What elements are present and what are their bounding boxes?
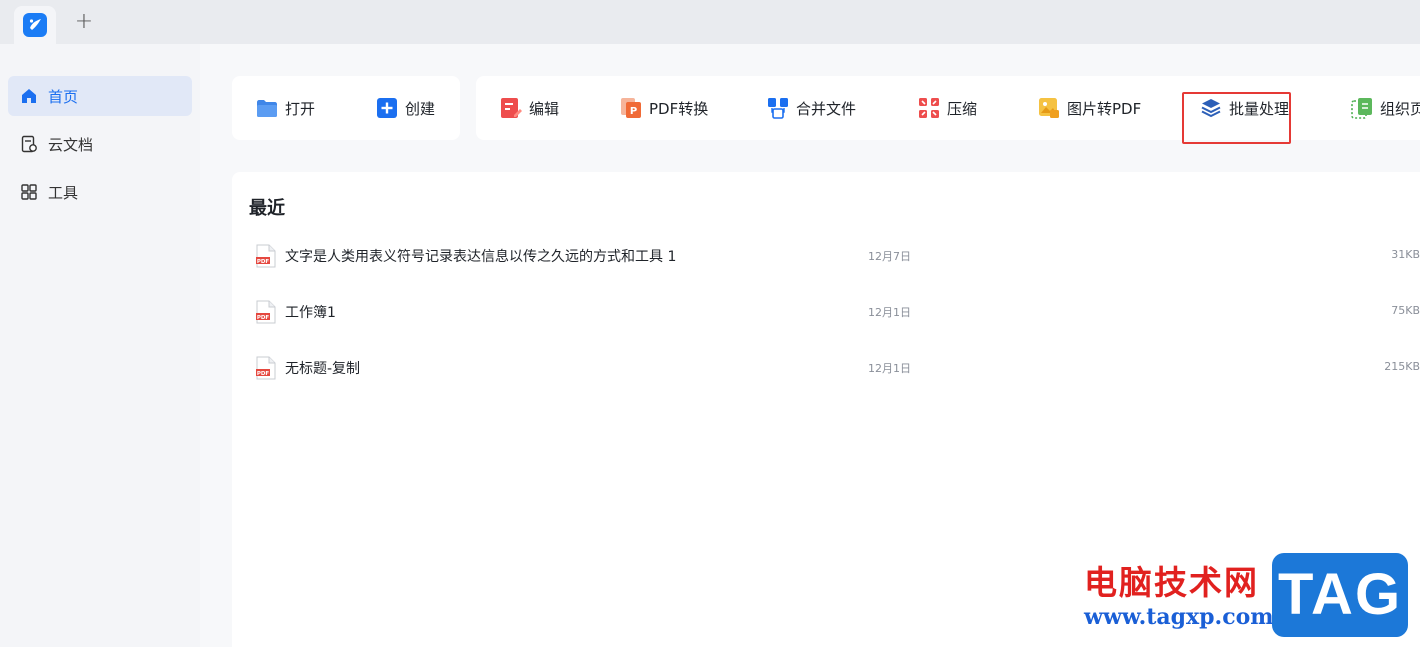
sidebar-item-label: 首页	[48, 87, 79, 106]
svg-text:PDF: PDF	[257, 315, 270, 321]
sidebar-item-label: 工具	[48, 183, 79, 202]
sidebar: 首页 云文档 工具	[0, 44, 200, 647]
sidebar-item-cloud-docs[interactable]: 云文档	[8, 124, 192, 164]
create-label: 创建	[405, 99, 436, 118]
tool-merge-files-label: 合并文件	[796, 99, 857, 118]
file-size: 75KB	[1391, 304, 1420, 317]
file-size: 31KB	[1391, 248, 1420, 261]
recent-title: 最近	[249, 198, 285, 219]
tool-compress-label: 压缩	[947, 99, 978, 118]
tool-pdf-convert[interactable]: P PDF转换	[620, 76, 708, 140]
pdf-convert-icon: P	[620, 97, 642, 119]
open-label: 打开	[285, 99, 316, 118]
new-tab-button[interactable]: +	[72, 10, 96, 34]
tool-edit[interactable]: 编辑	[500, 76, 559, 140]
tab-bar: +	[0, 0, 1420, 44]
sidebar-item-tools[interactable]: 工具	[8, 172, 192, 212]
tool-organize-pages-label: 组织页	[1380, 99, 1420, 118]
highlight-annotation	[1182, 92, 1291, 144]
quick-actions-card: 打开 创建	[232, 76, 460, 140]
file-name: 工作簿1	[285, 305, 336, 321]
cloud-doc-icon	[20, 135, 38, 153]
image-to-pdf-icon	[1038, 97, 1060, 119]
tool-image-to-pdf[interactable]: 图片转PDF	[1038, 76, 1141, 140]
file-row[interactable]: PDF 无标题-复制 12月1日 215KB	[232, 344, 1420, 392]
tools-grid-icon	[20, 183, 38, 201]
file-row[interactable]: PDF 工作簿1 12月1日 75KB	[232, 288, 1420, 336]
compress-icon	[918, 97, 940, 119]
file-date: 12月1日	[868, 362, 911, 375]
create-button[interactable]: 创建	[376, 76, 435, 140]
watermark-site-name: 电脑技术网	[1084, 563, 1259, 602]
pdf-file-icon: PDF	[256, 244, 276, 268]
svg-text:PDF: PDF	[257, 371, 270, 377]
pdf-file-icon: PDF	[256, 300, 276, 324]
watermark-url: www.tagxp.com	[1084, 604, 1274, 630]
sidebar-item-home[interactable]: 首页	[8, 76, 192, 116]
home-icon	[20, 87, 38, 105]
svg-text:PDF: PDF	[257, 259, 270, 265]
app-logo-icon	[23, 13, 47, 37]
file-date: 12月1日	[868, 306, 911, 319]
svg-text:P: P	[630, 106, 637, 117]
sidebar-item-label: 云文档	[48, 135, 94, 154]
file-row[interactable]: PDF 文字是人类用表义符号记录表达信息以传之久远的方式和工具 1 12月7日 …	[232, 232, 1420, 280]
file-name: 文字是人类用表义符号记录表达信息以传之久远的方式和工具 1	[285, 249, 677, 265]
watermark-tag-badge: TAG	[1272, 553, 1408, 637]
organize-pages-icon	[1351, 97, 1373, 119]
folder-open-icon	[256, 97, 278, 119]
tool-edit-label: 编辑	[529, 99, 560, 118]
tool-merge-files[interactable]: 合并文件	[767, 76, 856, 140]
home-tab[interactable]	[14, 6, 56, 44]
file-date: 12月7日	[868, 250, 911, 263]
tool-organize-pages[interactable]: 组织页	[1351, 76, 1420, 140]
open-button[interactable]: 打开	[256, 76, 315, 140]
tool-pdf-convert-label: PDF转换	[649, 99, 709, 118]
file-size: 215KB	[1384, 360, 1420, 373]
pdf-file-icon: PDF	[256, 356, 276, 380]
plus-square-icon	[376, 97, 398, 119]
edit-icon	[500, 97, 522, 119]
tool-image-to-pdf-label: 图片转PDF	[1067, 99, 1142, 118]
merge-icon	[767, 97, 789, 119]
file-name: 无标题-复制	[285, 361, 361, 377]
tool-compress[interactable]: 压缩	[918, 76, 977, 140]
